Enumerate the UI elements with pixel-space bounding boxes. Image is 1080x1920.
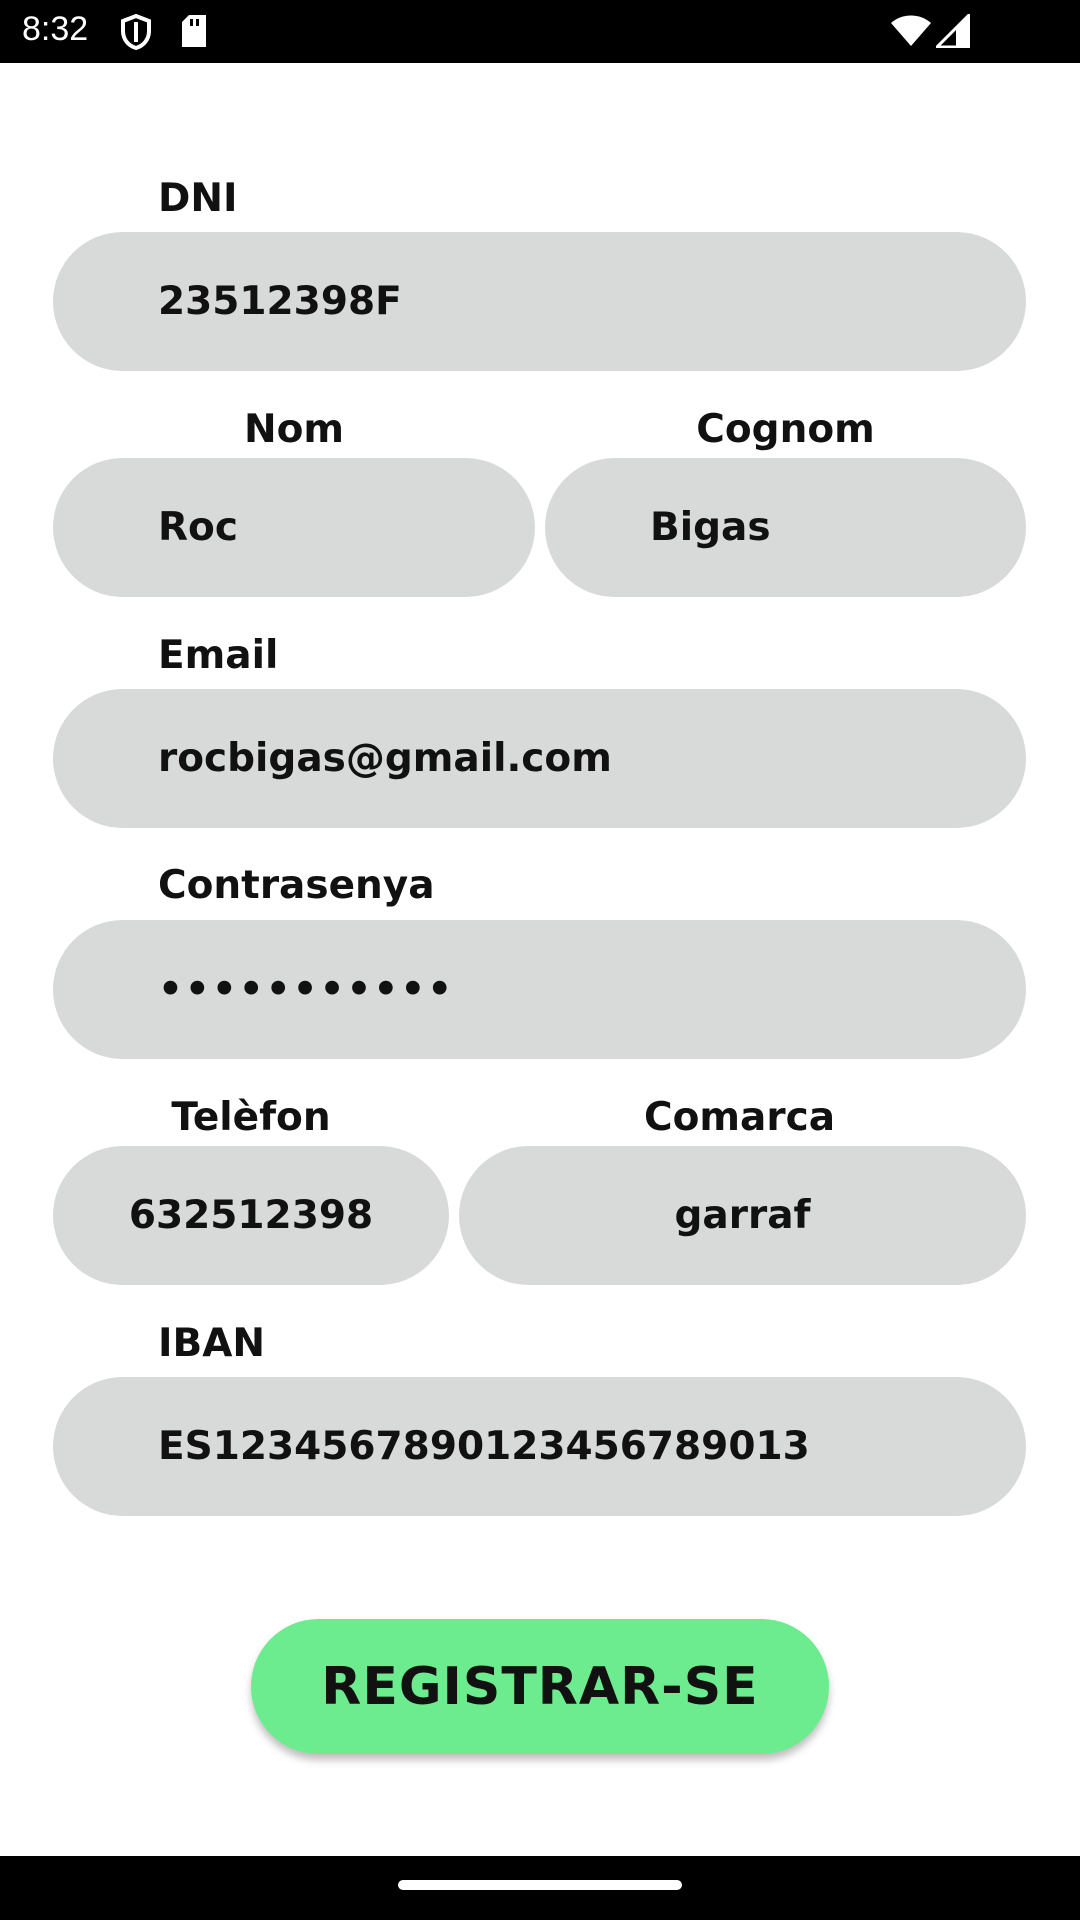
cognom-label: Cognom	[696, 407, 875, 452]
comarca-label: Comarca	[643, 1095, 836, 1140]
telefon-label: Telèfon	[171, 1095, 331, 1140]
email-field[interactable]: rocbigas@gmail.com	[53, 689, 1026, 828]
register-button[interactable]: REGISTRAR-SE	[251, 1619, 829, 1754]
iban-label: IBAN	[158, 1321, 266, 1366]
status-time: 8:32	[22, 10, 89, 48]
signal-icon	[933, 11, 971, 52]
wifi-icon	[890, 14, 932, 52]
dni-value: 23512398F	[158, 279, 402, 324]
comarca-value: garraf	[674, 1193, 811, 1238]
password-value: •••••••••••	[158, 967, 455, 1012]
cognom-field[interactable]: Bigas	[545, 458, 1026, 597]
nom-field[interactable]: Roc	[53, 458, 535, 597]
nom-label: Nom	[243, 407, 345, 452]
email-label: Email	[158, 633, 279, 678]
iban-field[interactable]: ES12345678901234567890​13	[53, 1377, 1026, 1516]
email-value: rocbigas@gmail.com	[158, 736, 612, 781]
password-label: Contrasenya	[158, 863, 435, 908]
password-field[interactable]: •••••••••••	[53, 920, 1026, 1059]
home-handle[interactable]	[398, 1880, 682, 1890]
cognom-value: Bigas	[650, 505, 771, 550]
iban-value: ES12345678901234567890​13	[158, 1424, 810, 1469]
telefon-value: 632512398	[128, 1193, 374, 1238]
dni-field[interactable]: 23512398F	[53, 232, 1026, 371]
comarca-field[interactable]: garraf	[459, 1146, 1026, 1285]
nom-value: Roc	[158, 505, 238, 550]
shield-icon	[120, 13, 152, 54]
sd-card-icon	[180, 14, 208, 52]
status-bar: 8:32	[0, 0, 1080, 63]
telefon-field[interactable]: 632512398	[53, 1146, 449, 1285]
dni-label: DNI	[158, 176, 238, 221]
